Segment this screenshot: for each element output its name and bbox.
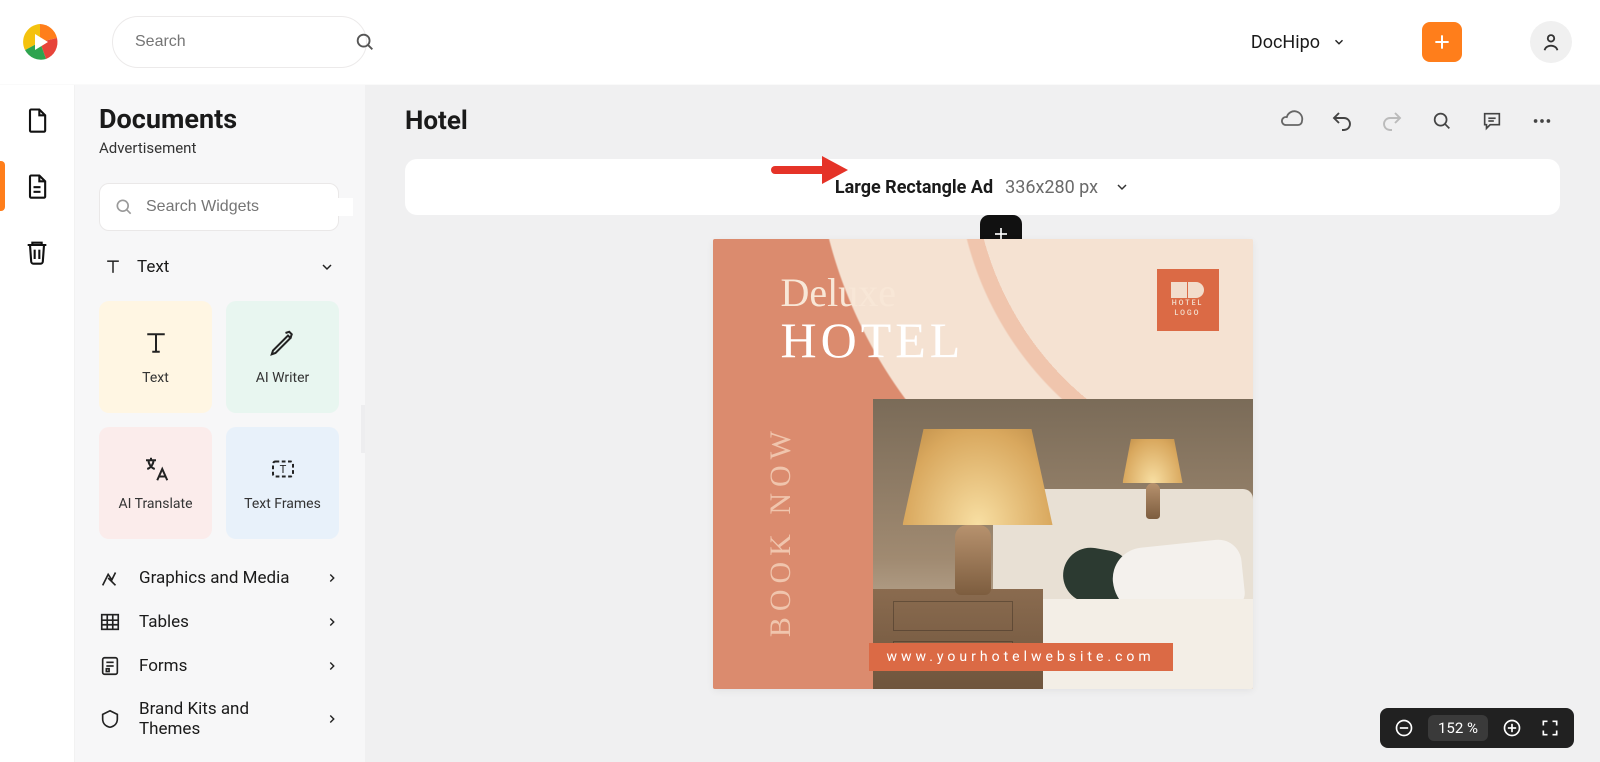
card-text-frames-label: Text Frames (244, 496, 321, 512)
chevron-right-icon (325, 571, 339, 585)
app-logo[interactable] (18, 20, 62, 64)
rail-new-doc[interactable] (20, 103, 54, 137)
zoom-out-button[interactable] (1390, 714, 1418, 742)
section-text-label: Text (137, 257, 305, 277)
format-size: 336x280 px (1005, 177, 1098, 198)
cloud-sync-button[interactable] (1274, 103, 1310, 139)
chevron-right-icon (325, 659, 339, 673)
zoom-controls: 152 % (1380, 708, 1574, 748)
search-button[interactable] (1424, 103, 1460, 139)
deluxe-text[interactable]: Deluxe (781, 269, 897, 316)
pointer-arrow (770, 152, 850, 188)
card-text-frames[interactable]: T Text Frames (226, 427, 339, 539)
chevron-right-icon (325, 712, 339, 726)
website-url[interactable]: www.yourhotelwebsite.com (869, 643, 1173, 671)
hotel-logo-text1: HOTEL (1172, 300, 1204, 308)
format-selector[interactable]: Large Rectangle Ad 336x280 px (405, 159, 1560, 215)
graphics-icon (99, 567, 121, 589)
hotel-text[interactable]: HOTEL (781, 311, 965, 369)
redo-button[interactable] (1374, 103, 1410, 139)
widget-search[interactable] (99, 183, 339, 231)
card-ai-writer-label: AI Writer (256, 370, 310, 386)
card-ai-writer[interactable]: AI Writer (226, 301, 339, 413)
section-tables[interactable]: Tables (99, 611, 339, 633)
chevron-down-icon (1114, 179, 1130, 195)
search-icon (114, 197, 134, 217)
section-forms[interactable]: Forms (99, 655, 339, 677)
chevron-down-icon (1332, 35, 1346, 49)
zoom-value[interactable]: 152 % (1428, 715, 1488, 741)
comments-button[interactable] (1474, 103, 1510, 139)
sidebar-subtitle: Advertisement (99, 139, 339, 157)
tables-icon (99, 611, 121, 633)
chevron-right-icon (325, 615, 339, 629)
hotel-logo-text2: LOGO (1175, 310, 1201, 318)
card-text-label: Text (142, 370, 169, 386)
sidebar-title: Documents (99, 103, 339, 135)
svg-text:T: T (279, 463, 286, 476)
section-text[interactable]: Text (99, 253, 339, 281)
section-graphics-label: Graphics and Media (139, 568, 307, 588)
global-search[interactable] (112, 16, 367, 68)
zoom-in-button[interactable] (1498, 714, 1526, 742)
section-brand-label: Brand Kits and Themes (139, 699, 307, 739)
hotel-logo[interactable]: HOTEL LOGO (1157, 269, 1219, 331)
brand-icon (99, 708, 121, 730)
workspace-switcher[interactable]: DocHipo (1245, 26, 1352, 59)
forms-icon (99, 655, 121, 677)
search-icon (354, 31, 376, 53)
workspace-label: DocHipo (1251, 32, 1320, 53)
text-icon (103, 257, 123, 277)
section-forms-label: Forms (139, 656, 307, 676)
new-document-button[interactable] (1422, 22, 1462, 62)
book-now-text[interactable]: BOOK NOW (763, 404, 799, 659)
design-canvas[interactable]: HOTEL LOGO Deluxe HOTEL BOOK NOW www.you… (713, 239, 1253, 689)
global-search-input[interactable] (135, 33, 342, 51)
card-ai-translate-label: AI Translate (118, 496, 192, 512)
section-tables-label: Tables (139, 612, 307, 632)
fullscreen-button[interactable] (1536, 714, 1564, 742)
card-text[interactable]: Text (99, 301, 212, 413)
format-name: Large Rectangle Ad (835, 177, 993, 198)
page-title: Hotel (405, 106, 1260, 136)
section-brand[interactable]: Brand Kits and Themes (99, 699, 339, 739)
rail-documents[interactable] (20, 169, 54, 203)
rail-trash[interactable] (20, 235, 54, 269)
undo-button[interactable] (1324, 103, 1360, 139)
account-button[interactable] (1530, 21, 1572, 63)
section-graphics[interactable]: Graphics and Media (99, 567, 339, 589)
card-ai-translate[interactable]: AI Translate (99, 427, 212, 539)
chevron-down-icon (319, 259, 335, 275)
widget-search-input[interactable] (146, 198, 353, 216)
more-button[interactable] (1524, 103, 1560, 139)
